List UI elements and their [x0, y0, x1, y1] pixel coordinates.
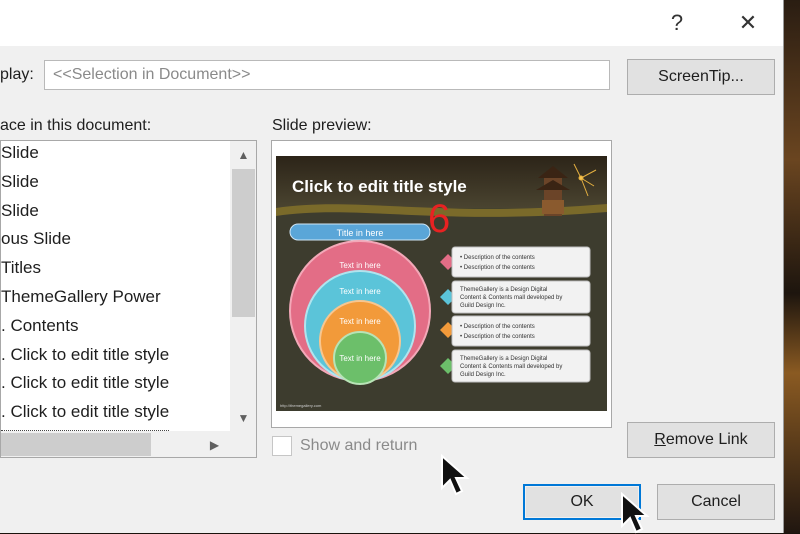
box-text: Content & Contents mall developed by [460, 295, 562, 301]
place-in-document-label: ace in this document: [0, 117, 152, 134]
cancel-button[interactable]: Cancel [657, 484, 775, 520]
slide-preview-label: Slide preview: [272, 117, 372, 134]
show-and-return-label: Show and return [300, 437, 418, 454]
box-text: Guild Design Inc. [460, 303, 506, 309]
scroll-up-icon[interactable]: ▲ [230, 141, 256, 168]
list-item[interactable]: Slide [1, 172, 39, 200]
cancel-label: Cancel [691, 493, 741, 510]
mouse-cursor-icon [441, 454, 470, 496]
scroll-down-icon[interactable]: ▼ [230, 404, 256, 431]
box-text: Guild Design Inc. [460, 372, 506, 378]
slide-title: Click to edit title style [292, 177, 467, 196]
screentip-label: ScreenTip... [658, 68, 744, 85]
remove-link-button[interactable]: Remove Link [627, 422, 775, 458]
vertical-scroll-thumb[interactable] [232, 169, 255, 317]
list-item[interactable]: . Click to edit title style [1, 345, 169, 373]
box-text: ThemeGallery is a Design Digital [460, 287, 547, 293]
circle-text: Text in here [339, 354, 381, 363]
title-pill-text: Title in here [337, 228, 384, 238]
show-and-return-checkbox[interactable] [272, 436, 292, 456]
list-item[interactable]: ous Slide [1, 229, 71, 257]
horizontal-scrollbar[interactable]: ▶ [1, 431, 256, 457]
box-text: Content & Contents mall developed by [460, 364, 562, 370]
description-box [451, 246, 591, 278]
box-text: ThemeGallery is a Design Digital [460, 356, 547, 362]
slide-graphic: Click to edit title style 6 Title in her… [276, 156, 607, 411]
text-to-display-input[interactable]: <<Selection in Document>> [44, 60, 610, 90]
title-bar: ? ✕ [0, 0, 783, 46]
help-icon: ? [670, 10, 684, 35]
horizontal-scroll-thumb[interactable] [1, 433, 151, 456]
mouse-cursor-icon [621, 492, 650, 534]
list-item[interactable]: Slide [1, 201, 39, 229]
list-item[interactable]: Slide [1, 143, 39, 171]
vertical-scrollbar[interactable]: ▲ ▼ [230, 141, 256, 431]
slide-number: 6 [428, 197, 450, 241]
list-item-selected[interactable]: . Click to edit title style [1, 402, 170, 431]
list-item[interactable]: . Click to edit title style [1, 373, 169, 401]
ok-label: OK [570, 493, 594, 510]
display-label: play: [0, 66, 34, 83]
slide-thumbnail: Click to edit title style 6 Title in her… [276, 156, 607, 411]
circle-text: Text in here [339, 287, 381, 296]
background-photo-strip [783, 0, 800, 533]
list-item[interactable]: ThemeGallery Power [1, 287, 161, 315]
slide-list[interactable]: Slide Slide Slide ous Slide Titles Theme… [0, 140, 257, 458]
close-button[interactable]: ✕ [728, 6, 768, 40]
help-button[interactable]: ? [657, 6, 697, 40]
list-item[interactable]: Titles [1, 258, 41, 286]
description-box [451, 315, 591, 347]
close-icon: ✕ [738, 10, 758, 35]
circle-text: Text in here [339, 261, 381, 270]
box-text: • Description of the contents [460, 265, 535, 271]
box-text: • Description of the contents [460, 324, 535, 330]
circle-text: Text in here [339, 317, 381, 326]
edit-hyperlink-dialog: ? ✕ play: <<Selection in Document>> Scre… [0, 0, 783, 534]
slide-footer: http://themegallery.com [280, 403, 322, 408]
slide-preview: Click to edit title style 6 Title in her… [271, 140, 612, 428]
scroll-right-icon[interactable]: ▶ [201, 431, 228, 457]
remove-link-label: Remove Link [654, 431, 748, 448]
list-item[interactable]: . Contents [1, 316, 79, 344]
screentip-button[interactable]: ScreenTip... [627, 59, 775, 95]
box-text: • Description of the contents [460, 255, 535, 261]
box-text: • Description of the contents [460, 334, 535, 340]
